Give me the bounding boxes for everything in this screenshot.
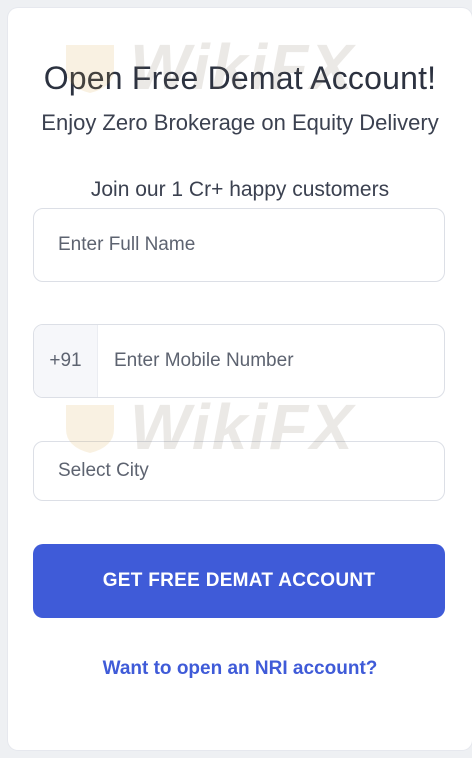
mobile-number-placeholder: Enter Mobile Number <box>114 350 294 371</box>
mobile-number-field[interactable]: +91 Enter Mobile Number <box>33 324 445 398</box>
signup-card: Open Free Demat Account! Enjoy Zero Brok… <box>8 8 472 750</box>
form-subtitle: Enjoy Zero Brokerage on Equity Delivery <box>41 110 439 135</box>
customers-tagline: Join our 1 Cr+ happy customers <box>90 178 390 201</box>
form-title: Open Free Demat Account! <box>43 60 437 96</box>
full-name-field[interactable]: Enter Full Name <box>33 208 445 282</box>
nri-account-link[interactable]: Want to open an NRI account? <box>8 658 472 680</box>
country-code-prefix: +91 <box>34 325 98 397</box>
get-demat-account-button[interactable]: GET FREE DEMAT ACCOUNT <box>33 544 445 618</box>
full-name-placeholder: Enter Full Name <box>58 234 196 255</box>
city-select-placeholder: Select City <box>58 460 149 481</box>
city-select[interactable]: Select City <box>33 441 445 501</box>
